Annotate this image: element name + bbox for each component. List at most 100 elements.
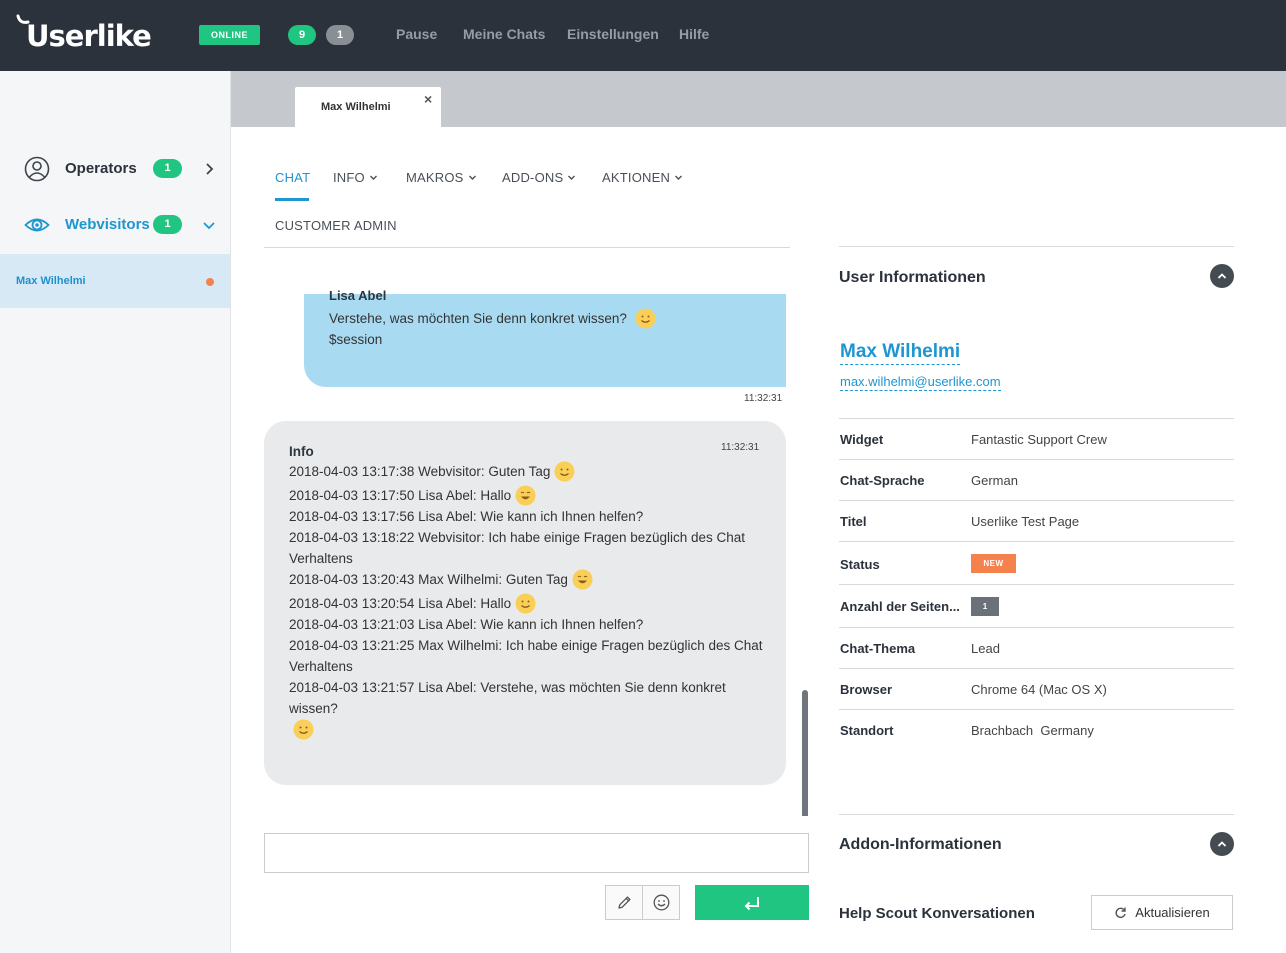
sidebar-item-webvisitors[interactable]: Webvisitors 1	[0, 205, 230, 245]
sidebar-item-label: Operators	[65, 160, 137, 177]
log-line: 2018-04-03 13:20:43 Max Wilhelmi: Guten …	[289, 569, 769, 590]
info-value: Lead	[971, 641, 1000, 656]
user-name-link[interactable]: Max Wilhelmi	[840, 341, 961, 365]
user-circle-icon	[24, 156, 50, 182]
sidebar: Operators 1 Webvisitors 1 Max Wilhelmi	[0, 71, 231, 953]
sidebar-item-label: Webvisitors	[65, 216, 150, 233]
sidebar-visitor-item[interactable]: Max Wilhelmi	[0, 254, 230, 308]
tab-customer-admin-label: CUSTOMER ADMIN	[275, 218, 397, 233]
message-author: Lisa Abel	[329, 288, 387, 303]
info-row-browser: Browser Chrome 64 (Mac OS X)	[839, 668, 1234, 709]
refresh-label: Aktualisieren	[1135, 905, 1210, 920]
info-key: Titel	[840, 514, 867, 529]
nav-meine-chats[interactable]: Meine Chats	[463, 26, 545, 42]
tab-addons[interactable]: ADD-ONS	[502, 170, 576, 185]
collapse-addon-info-button[interactable]	[1210, 832, 1234, 856]
chat-scrollbar[interactable]	[802, 690, 808, 816]
chevron-up-icon	[1217, 841, 1227, 847]
info-row-status: Status NEW	[839, 541, 1234, 584]
log-line: 2018-04-03 13:18:22 Webvisitor: Ich habe…	[289, 527, 769, 569]
chat-tab-strip: Max Wilhelmi ×	[231, 71, 1286, 127]
collapse-user-info-button[interactable]	[1210, 264, 1234, 288]
chevron-down-icon[interactable]	[200, 216, 218, 234]
info-key: Chat-Sprache	[840, 473, 925, 488]
tab-info[interactable]: INFO	[333, 170, 378, 185]
log-text: 2018-04-03 13:17:38 Webvisitor: Guten Ta…	[289, 464, 551, 479]
log-text: 2018-04-03 13:21:25 Max Wilhelmi: Ich ha…	[289, 638, 763, 674]
chevron-down-icon	[369, 175, 377, 180]
user-info-heading: User Informationen	[839, 269, 986, 286]
enter-icon	[744, 896, 759, 910]
tab-aktionen-label: AKTIONEN	[602, 170, 671, 185]
chevron-right-icon[interactable]	[200, 160, 218, 178]
info-value: Chrome 64 (Mac OS X)	[971, 682, 1107, 697]
status-badge[interactable]: NEW	[971, 554, 1016, 573]
tab-aktionen[interactable]: AKTIONEN	[602, 170, 683, 185]
log-text: 2018-04-03 13:21:03 Lisa Abel: Wie kann …	[289, 617, 644, 632]
smiley-icon	[554, 461, 575, 482]
user-email-link[interactable]: max.wilhelmi@userlike.com	[840, 374, 1001, 391]
smiley-icon	[293, 719, 314, 740]
info-row-chat-thema: Chat-Thema Lead	[839, 627, 1234, 668]
divider	[839, 246, 1234, 247]
nav-hilfe[interactable]: Hilfe	[679, 26, 709, 42]
helpscout-heading: Help Scout Konversationen	[839, 905, 1035, 922]
log-text: 2018-04-03 13:20:54 Lisa Abel: Hallo	[289, 596, 512, 611]
eye-icon	[24, 218, 50, 232]
log-line: 2018-04-03 13:21:03 Lisa Abel: Wie kann …	[289, 614, 769, 635]
tab-customer-admin[interactable]: CUSTOMER ADMIN	[275, 218, 397, 233]
emoji-icon	[653, 894, 669, 911]
nav-einstellungen[interactable]: Einstellungen	[567, 26, 659, 42]
info-row-standort: Standort Brachbach Germany	[839, 709, 1234, 750]
chat-messages[interactable]: Lisa Abel Verstehe, was möchten Sie denn…	[264, 248, 810, 816]
send-button[interactable]	[695, 885, 809, 920]
chevron-down-icon	[675, 175, 683, 180]
operator-message: Lisa Abel Verstehe, was möchten Sie denn…	[304, 288, 786, 387]
refresh-button[interactable]: Aktualisieren	[1091, 895, 1233, 930]
waiting-chats-count[interactable]: 1	[326, 25, 354, 45]
info-title: Info	[289, 444, 314, 459]
log-line: 2018-04-03 13:21:57 Lisa Abel: Verstehe,…	[289, 677, 769, 740]
log-line: 2018-04-03 13:17:50 Lisa Abel: Hallo	[289, 485, 769, 506]
refresh-icon	[1115, 907, 1126, 918]
tab-makros-label: MAKROS	[406, 170, 464, 185]
smiley-icon	[635, 308, 656, 329]
grin-icon	[572, 569, 593, 590]
tab-makros[interactable]: MAKROS	[406, 170, 477, 185]
logo-text: Userlike	[26, 19, 152, 53]
info-message: Info 11:32:31 2018-04-03 13:17:38 Webvis…	[264, 421, 786, 785]
grin-icon	[515, 485, 536, 506]
unread-dot	[206, 278, 214, 286]
info-row-titel: Titel Userlike Test Page	[839, 500, 1234, 541]
log-text: 2018-04-03 13:17:50 Lisa Abel: Hallo	[289, 488, 512, 503]
info-row-anzahl-seiten: Anzahl der Seiten... 1	[839, 584, 1234, 627]
info-value: German	[971, 473, 1018, 488]
tab-chat-label: CHAT	[275, 170, 311, 185]
addon-info-heading: Addon-Informationen	[839, 836, 1002, 853]
sidebar-item-operators[interactable]: Operators 1	[0, 149, 230, 189]
log-text: 2018-04-03 13:18:22 Webvisitor: Ich habe…	[289, 530, 746, 566]
chevron-down-icon	[568, 175, 576, 180]
info-key: Widget	[840, 432, 884, 447]
notes-button[interactable]	[605, 885, 643, 920]
message-line: $session	[329, 332, 383, 347]
info-row-chat-sprache: Chat-Sprache German	[839, 459, 1234, 500]
chevron-down-icon	[468, 175, 476, 180]
message-timestamp: 11:32:31	[721, 442, 760, 453]
emoji-button[interactable]	[642, 885, 680, 920]
chat-tab[interactable]: Max Wilhelmi ×	[295, 87, 441, 127]
log-text: 2018-04-03 13:20:43 Max Wilhelmi: Guten …	[289, 572, 568, 587]
info-key: Standort	[840, 723, 894, 738]
log-text: 2018-04-03 13:17:56 Lisa Abel: Wie kann …	[289, 509, 644, 524]
nav-pause[interactable]: Pause	[396, 26, 437, 42]
online-status-badge[interactable]: ONLINE	[199, 25, 260, 45]
info-key: Anzahl der Seiten...	[840, 599, 960, 614]
message-input[interactable]	[264, 833, 809, 873]
close-icon[interactable]: ×	[424, 91, 432, 107]
tab-chat[interactable]: CHAT	[275, 170, 310, 185]
active-chats-count[interactable]: 9	[288, 25, 316, 45]
info-value: Userlike Test Page	[971, 514, 1080, 529]
active-tab-indicator	[275, 198, 309, 201]
log-line: 2018-04-03 13:17:38 Webvisitor: Guten Ta…	[289, 461, 769, 482]
chat-nav: CHAT INFO MAKROS ADD-ONS AKTIONEN CUSTOM…	[264, 127, 790, 248]
